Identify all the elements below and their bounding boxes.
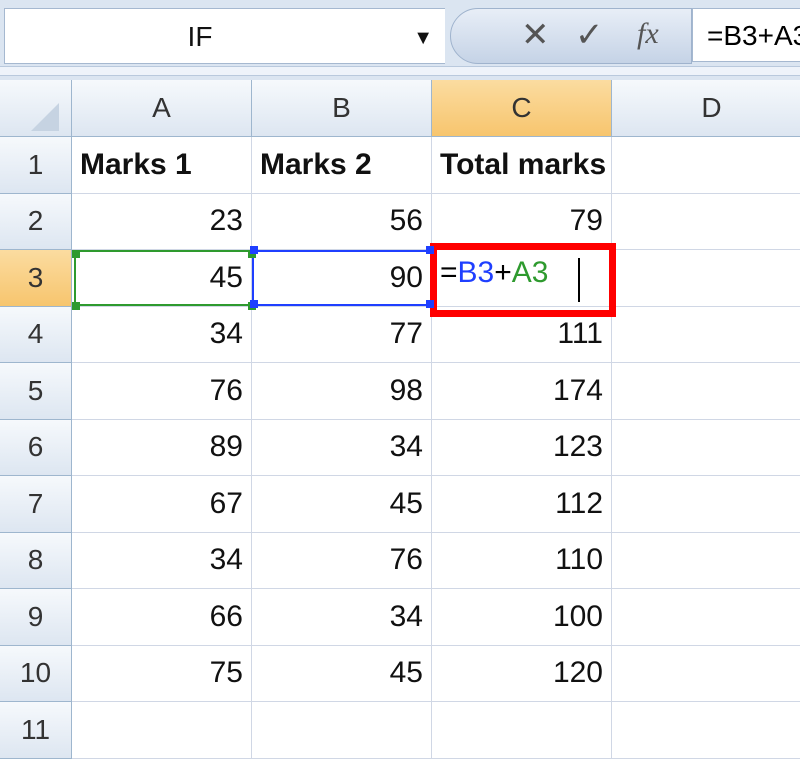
formula-bar-divider <box>0 66 800 76</box>
reference-handle[interactable] <box>426 246 434 254</box>
cell-c8[interactable]: 110 <box>432 532 612 589</box>
cancel-icon[interactable]: ✕ <box>521 15 550 55</box>
row-header-11[interactable]: 11 <box>0 702 72 759</box>
cell-c2[interactable]: 79 <box>432 193 612 250</box>
cell-c1[interactable]: Total marks <box>432 137 612 194</box>
row-header-8[interactable]: 8 <box>0 532 72 589</box>
formula-bar: IF ▼ ✕ ✓ fx =B3+A3 <box>0 0 800 80</box>
cell-a5[interactable]: 76 <box>72 363 252 420</box>
cell-b9[interactable]: 34 <box>252 589 432 646</box>
row-header-9[interactable]: 9 <box>0 589 72 646</box>
text-cursor <box>578 258 580 302</box>
cell-b6[interactable]: 34 <box>252 419 432 476</box>
row-header-7[interactable]: 7 <box>0 476 72 533</box>
cell-a2[interactable]: 23 <box>72 193 252 250</box>
select-all-triangle-icon <box>30 103 59 131</box>
cell-a7[interactable]: 67 <box>72 476 252 533</box>
cell-a1[interactable]: Marks 1 <box>72 137 252 194</box>
reference-handle[interactable] <box>250 300 258 308</box>
reference-handle[interactable] <box>72 302 80 310</box>
reference-handle[interactable] <box>426 300 434 308</box>
cell-a11[interactable] <box>72 702 252 759</box>
cell-b4[interactable]: 77 <box>252 306 432 363</box>
cell-b10[interactable]: 45 <box>252 645 432 702</box>
cell-a9[interactable]: 66 <box>72 589 252 646</box>
reference-border-b3 <box>252 250 432 306</box>
cell-d8[interactable] <box>612 533 800 589</box>
row-header-6[interactable]: 6 <box>0 419 72 476</box>
column-header-d[interactable]: D <box>612 80 800 137</box>
cell-d5[interactable] <box>612 363 800 420</box>
name-box-value: IF <box>187 21 213 52</box>
cell-c11[interactable] <box>432 702 612 759</box>
enter-icon[interactable]: ✓ <box>575 15 604 55</box>
reference-handle[interactable] <box>250 246 258 254</box>
cell-d2[interactable] <box>612 194 800 250</box>
formula-input[interactable]: =B3+A3 <box>692 8 800 62</box>
cell-d4[interactable] <box>612 307 800 363</box>
cell-d10[interactable] <box>612 646 800 702</box>
row-header-1[interactable]: 1 <box>0 137 72 194</box>
cell-a10[interactable]: 75 <box>72 645 252 702</box>
reference-border-a3 <box>74 250 254 306</box>
cell-d7[interactable] <box>612 476 800 533</box>
row-header-5[interactable]: 5 <box>0 363 72 420</box>
formula-ref-a3: A3 <box>511 256 549 289</box>
cell-b7[interactable]: 45 <box>252 476 432 533</box>
cell-b5[interactable]: 98 <box>252 363 432 420</box>
formula-buttons: ✕ ✓ fx <box>450 8 692 64</box>
cell-d11[interactable] <box>612 702 800 759</box>
cell-a6[interactable]: 89 <box>72 419 252 476</box>
row-header-3[interactable]: 3 <box>0 250 72 307</box>
insert-function-icon[interactable]: fx <box>637 17 659 51</box>
reference-handle[interactable] <box>72 250 80 258</box>
row-header-2[interactable]: 2 <box>0 193 72 250</box>
cell-b1[interactable]: Marks 2 <box>252 137 432 194</box>
column-header-b[interactable]: B <box>252 80 432 137</box>
cell-a8[interactable]: 34 <box>72 532 252 589</box>
cell-c6[interactable]: 123 <box>432 419 612 476</box>
row-header-4[interactable]: 4 <box>0 306 72 363</box>
cell-b2[interactable]: 56 <box>252 193 432 250</box>
cell-c10[interactable]: 120 <box>432 645 612 702</box>
column-header-c[interactable]: C <box>432 80 612 137</box>
cell-d9[interactable] <box>612 589 800 646</box>
cell-d6[interactable] <box>612 420 800 476</box>
cell-c3-edit[interactable]: =B3+A3 <box>440 256 548 290</box>
row-header-10[interactable]: 10 <box>0 645 72 702</box>
cell-d3[interactable] <box>612 250 800 307</box>
formula-equals: = <box>440 256 458 289</box>
name-box[interactable]: IF ▼ <box>4 8 445 64</box>
formula-ref-b3: B3 <box>457 256 495 289</box>
cell-c7[interactable]: 112 <box>432 476 612 533</box>
cell-a4[interactable]: 34 <box>72 306 252 363</box>
select-all-button[interactable] <box>0 80 72 137</box>
cell-b8[interactable]: 76 <box>252 532 432 589</box>
column-header-a[interactable]: A <box>72 80 252 137</box>
cell-d1[interactable] <box>612 137 800 194</box>
formula-plus: + <box>494 256 512 289</box>
cell-b11[interactable] <box>252 702 432 759</box>
cell-c5[interactable]: 174 <box>432 363 612 420</box>
cell-c9[interactable]: 100 <box>432 589 612 646</box>
dropdown-arrow-icon[interactable]: ▼ <box>413 27 433 50</box>
